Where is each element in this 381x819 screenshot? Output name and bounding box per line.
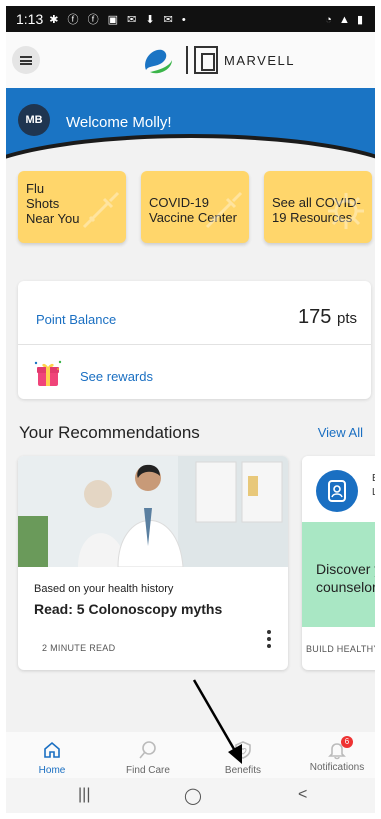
virus-icon xyxy=(328,193,364,229)
card-side-line: B xyxy=(372,472,375,486)
recommendations-title: Your Recommendations xyxy=(19,423,200,442)
points-number: 175 xyxy=(298,306,332,328)
nav-label: Home xyxy=(38,765,66,776)
app-frame: 1:13 ✱ ⓕ ⓕ ▣ ✉ ⬇ ✉ • ◔ ▲ ▮ MARVELL MB We… xyxy=(6,6,375,813)
point-balance-link[interactable]: Point Balance xyxy=(36,312,116,327)
gift-icon xyxy=(34,360,62,386)
recommendation-meta: 2 MINUTE READ xyxy=(42,643,116,653)
counselor-text-line: counselor xyxy=(316,579,375,595)
recommendation-card-counselor[interactable]: B L Discover y counselor BUILD HEALTHY H xyxy=(302,456,375,670)
status-time: 1:13 xyxy=(16,11,44,27)
health-logo-icon xyxy=(145,49,172,74)
logo-separator xyxy=(186,46,188,74)
syringe-icon xyxy=(82,191,120,229)
avatar[interactable]: MB xyxy=(18,104,50,136)
status-icons: ✱ ⓕ ⓕ ▣ ✉ ⬇ ✉ • xyxy=(49,14,189,26)
point-balance-value: 175 pts xyxy=(298,306,357,329)
nav-label: Notifications xyxy=(309,762,365,773)
recommendation-headline: Read: 5 Colonoscopy myths xyxy=(34,601,223,617)
counselor-text-line: Discover y xyxy=(316,561,375,577)
view-all-link[interactable]: View All xyxy=(318,425,363,440)
bottom-navigation: Home Find Care Benefits 6 Notifications xyxy=(6,732,375,778)
bell-icon-wrap: 6 xyxy=(327,736,353,760)
menu-button[interactable] xyxy=(12,46,40,74)
counselor-card-meta: BUILD HEALTHY H xyxy=(306,644,375,654)
shield-icon xyxy=(235,741,251,759)
card-side-line: L xyxy=(372,487,375,498)
see-rewards-link[interactable]: See rewards xyxy=(80,369,153,384)
counselor-card-text: Discover y counselor xyxy=(316,560,375,596)
recommendation-note: Based on your health history xyxy=(34,583,174,595)
nav-benefits[interactable]: Benefits xyxy=(217,732,269,778)
marvell-logo-icon xyxy=(194,46,218,74)
more-options-icon[interactable] xyxy=(266,630,272,650)
nav-home[interactable]: Home xyxy=(28,732,76,778)
recommendation-card-colonoscopy[interactable]: Based on your health history Read: 5 Col… xyxy=(18,456,288,670)
search-icon xyxy=(139,741,156,759)
home-icon xyxy=(44,741,60,758)
android-navigation-bar: ||| ◯ < xyxy=(6,778,375,813)
nav-label: Benefits xyxy=(224,765,262,776)
welcome-text: Welcome Molly! xyxy=(66,114,172,131)
point-balance-card: Point Balance 175 pts See rewards xyxy=(18,281,371,399)
hamburger-icon xyxy=(20,55,32,65)
id-badge-icon xyxy=(328,480,346,502)
nav-notifications[interactable]: 6 Notifications xyxy=(306,732,368,778)
status-right-icons: ◔ ▲ ▮ xyxy=(325,13,365,26)
app-header: MARVELL xyxy=(6,32,375,88)
tile-flu-shots[interactable]: Flu Shots Near You xyxy=(18,171,126,243)
nav-find-care[interactable]: Find Care xyxy=(118,732,178,778)
banner-curve xyxy=(6,138,375,160)
syringe-icon xyxy=(205,191,243,229)
nav-label: Find Care xyxy=(126,765,170,776)
notification-badge: 6 xyxy=(341,736,353,748)
status-bar: 1:13 ✱ ⓕ ⓕ ▣ ✉ ⬇ ✉ • ◔ ▲ ▮ xyxy=(6,6,375,32)
brand-name: MARVELL xyxy=(224,53,295,68)
card-divider xyxy=(18,344,371,345)
doctor-patient-image xyxy=(18,456,288,567)
tile-covid-resources[interactable]: See all COVID- 19 Resources xyxy=(264,171,372,243)
tile-covid-vaccine[interactable]: COVID-19 Vaccine Center xyxy=(141,171,249,243)
points-unit: pts xyxy=(336,310,357,327)
counselor-avatar-icon xyxy=(316,470,358,512)
home-button[interactable]: ◯ xyxy=(184,786,202,806)
recents-button[interactable]: ||| xyxy=(78,786,90,804)
back-button[interactable]: < xyxy=(298,786,307,804)
card-side-text: B L xyxy=(372,472,375,500)
welcome-banner: MB Welcome Molly! xyxy=(6,88,375,160)
